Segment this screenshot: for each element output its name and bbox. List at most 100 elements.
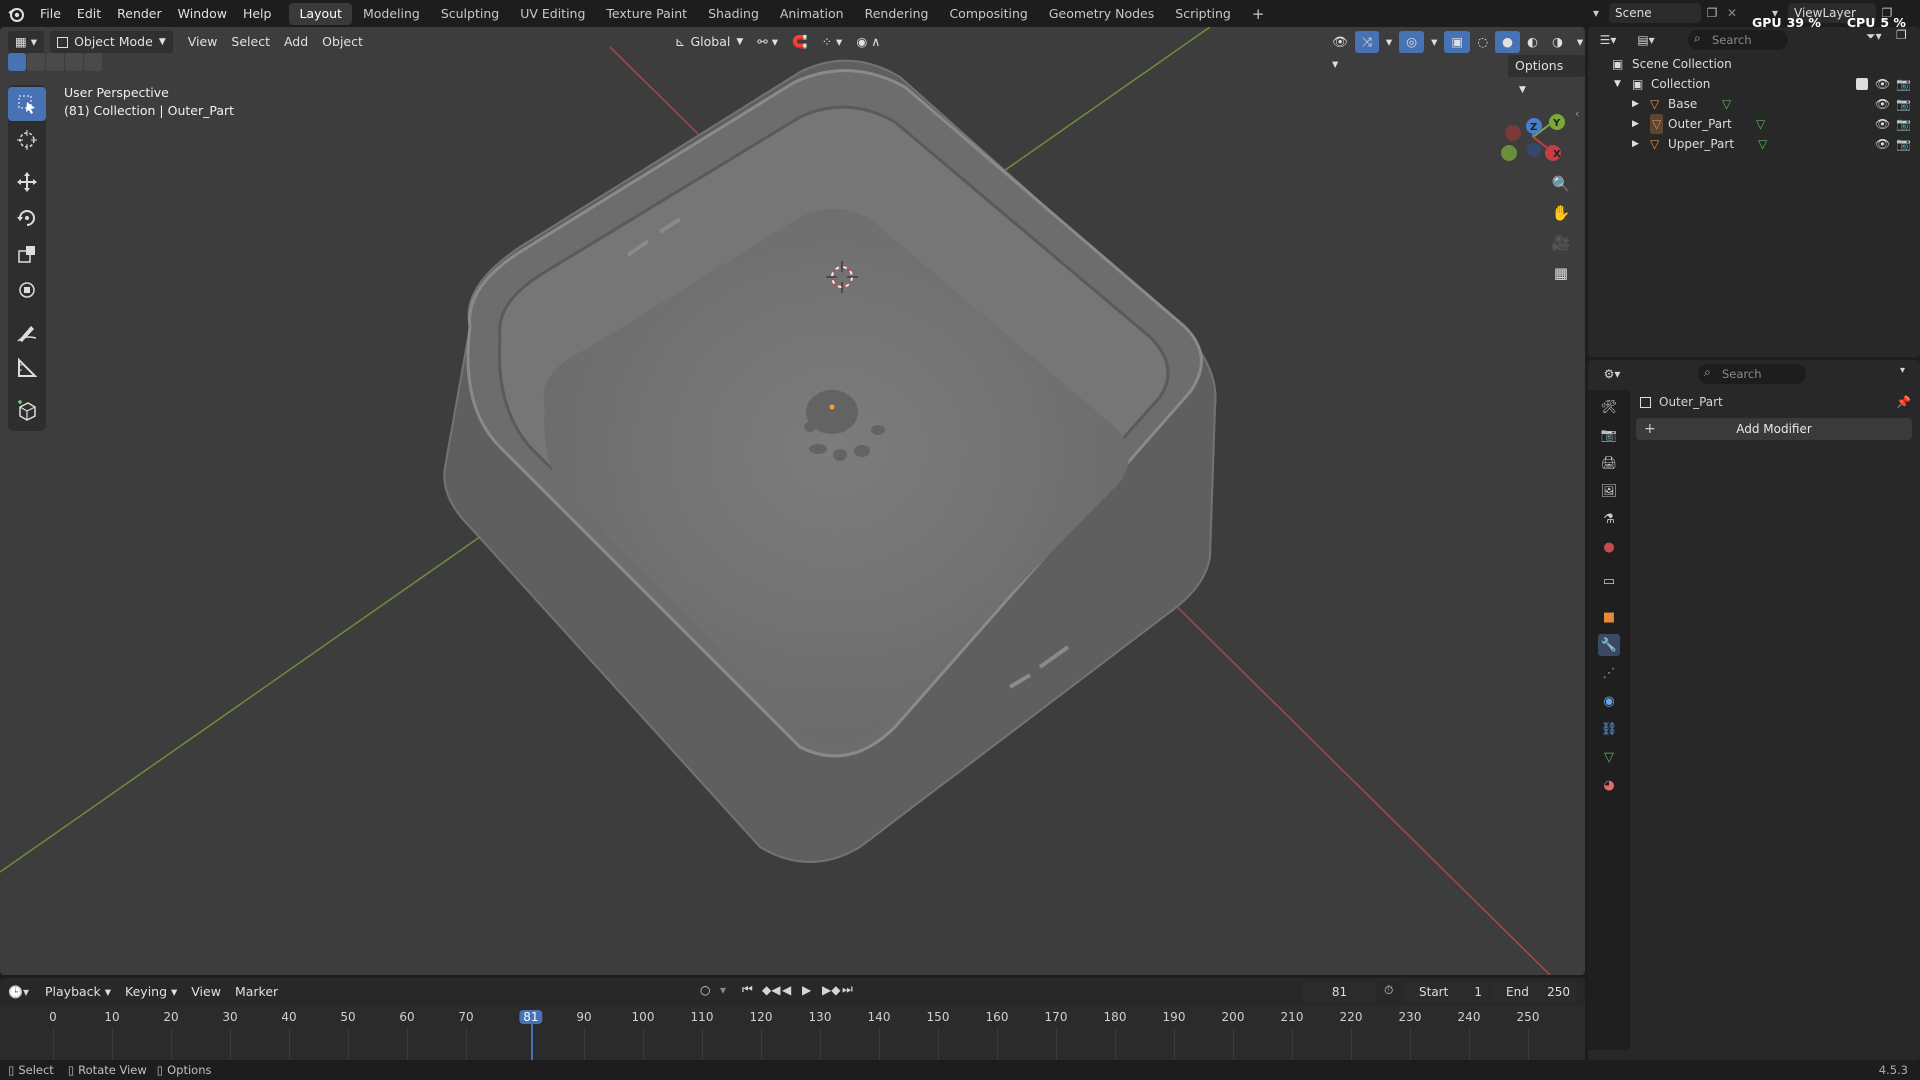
pan-hand-icon[interactable]: ✋ xyxy=(1548,198,1574,228)
mesh-data-icon[interactable]: ▽ xyxy=(1756,114,1765,134)
world-icon[interactable]: ● xyxy=(1598,536,1620,558)
mode-selector[interactable]: Object Mode ▼ xyxy=(50,31,173,53)
delete-scene-icon[interactable]: ✕ xyxy=(1723,6,1741,20)
viewport-menu-view[interactable]: View xyxy=(181,31,225,53)
menu-file[interactable]: File xyxy=(32,0,69,27)
timeline-menu-playback[interactable]: Playback ▾ xyxy=(38,981,118,1003)
solid-shading-icon[interactable]: ● xyxy=(1495,31,1521,53)
outliner-editor-type-icon[interactable]: ☰▾ xyxy=(1594,29,1622,51)
outliner-row-collection[interactable]: ▼ ▣ Collection 👁 📷 xyxy=(1588,74,1920,94)
cursor-icon[interactable] xyxy=(8,123,46,157)
shading-dropdown-icon[interactable]: ▾ xyxy=(1570,31,1585,53)
blender-logo-icon[interactable] xyxy=(0,0,32,27)
navigation-gizmo[interactable]: X Y Z xyxy=(1495,95,1565,165)
chevron-right-icon[interactable]: ▶ xyxy=(1632,114,1639,134)
tab-shading[interactable]: Shading xyxy=(698,3,769,25)
snap-target-icon[interactable]: ⁘ ▾ xyxy=(815,31,850,53)
display-mode-icon[interactable]: ▤▾ xyxy=(1632,29,1660,51)
chevron-down-icon[interactable]: ▼ xyxy=(1614,74,1621,94)
viewport-menu-select[interactable]: Select xyxy=(224,31,277,53)
play-reverse-icon[interactable]: ◀ xyxy=(782,983,802,997)
start-frame-field[interactable]: Start 1 xyxy=(1405,982,1488,1002)
3d-viewport[interactable]: ▦ ▾ Object Mode ▼ View Select Add Object… xyxy=(0,27,1585,975)
gizmo-dropdown-icon[interactable]: ▾ xyxy=(1379,31,1399,53)
camera-view-icon[interactable]: 🎥 xyxy=(1548,228,1574,258)
keying-dropdown-icon[interactable]: ▾ xyxy=(720,983,742,997)
pin-icon[interactable]: 📌 xyxy=(1896,395,1911,409)
snap-icon[interactable]: 🧲 xyxy=(785,31,815,53)
play-icon[interactable]: ▶ xyxy=(802,983,822,997)
chevron-down-icon[interactable]: ▾ xyxy=(1900,365,1905,376)
outliner-row-base[interactable]: ▶ ▽ Base ▽ 👁 📷 xyxy=(1588,94,1920,114)
tab-scripting[interactable]: Scripting xyxy=(1165,3,1241,25)
eye-icon[interactable]: 👁 xyxy=(1875,114,1890,134)
scene-name-field[interactable]: Scene xyxy=(1609,3,1701,23)
tab-sculpting[interactable]: Sculpting xyxy=(431,3,509,25)
camera-icon[interactable]: 📷 xyxy=(1896,94,1911,114)
exclude-checkbox[interactable] xyxy=(1856,78,1868,90)
visibility-icon[interactable]: 👁 ▾ xyxy=(1325,31,1355,71)
xray-toggle-icon[interactable]: ▣ xyxy=(1444,31,1471,53)
chevron-right-icon[interactable]: ▶ xyxy=(1632,94,1639,114)
transform-orientation-dropdown[interactable]: ⊾ Global ▼ xyxy=(668,31,750,53)
menu-window[interactable]: Window xyxy=(170,0,235,27)
tab-texture-paint[interactable]: Texture Paint xyxy=(596,3,697,25)
annotate-icon[interactable] xyxy=(8,315,46,349)
timeline-menu-view[interactable]: View xyxy=(184,981,228,1003)
select-new-icon[interactable] xyxy=(8,53,26,71)
gizmo-toggle-icon[interactable]: ⤨ xyxy=(1354,31,1379,53)
modifier-icon[interactable]: 🔧 xyxy=(1598,634,1620,656)
timeline-menu-marker[interactable]: Marker xyxy=(228,981,285,1003)
rotate-icon[interactable] xyxy=(8,201,46,235)
jump-to-keyframe-forward-icon[interactable]: ▶◆ xyxy=(822,983,842,997)
new-scene-icon[interactable]: ❐ xyxy=(1701,6,1723,20)
menu-edit[interactable]: Edit xyxy=(69,0,109,27)
properties-search-input[interactable]: Search xyxy=(1698,364,1806,384)
neg-z-handle[interactable] xyxy=(1527,143,1541,157)
select-intersect-icon[interactable] xyxy=(84,53,102,71)
overlays-dropdown-icon[interactable]: ▾ xyxy=(1424,31,1444,53)
physics-icon[interactable]: ◉ xyxy=(1598,690,1620,712)
particles-icon[interactable]: ⋰ xyxy=(1598,662,1620,684)
menu-render[interactable]: Render xyxy=(109,0,170,27)
render-icon[interactable]: 📷 xyxy=(1598,424,1620,446)
pivot-point-icon[interactable]: ⚯ ▾ xyxy=(750,31,785,53)
mesh-data-icon[interactable]: ▽ xyxy=(1722,94,1731,114)
timeline-editor-type-icon[interactable]: 🕒▾ xyxy=(8,985,38,999)
move-icon[interactable] xyxy=(8,165,46,199)
view-layer-icon[interactable]: 🖼 xyxy=(1598,480,1620,502)
camera-icon[interactable]: 📷 xyxy=(1896,74,1911,94)
tab-animation[interactable]: Animation xyxy=(770,3,854,25)
select-extend-icon[interactable] xyxy=(27,53,45,71)
viewport-menu-add[interactable]: Add xyxy=(277,31,315,53)
material-icon[interactable]: ◕ xyxy=(1598,774,1620,796)
tab-layout[interactable]: Layout xyxy=(289,2,352,25)
outliner-row-scene-collection[interactable]: ▣ Scene Collection xyxy=(1588,54,1920,74)
timeline-ruler[interactable]: 0 10 20 30 40 50 60 70 81 90 100 110 120 130 140 150 160… xyxy=(0,1006,1585,1060)
neg-y-handle[interactable] xyxy=(1501,145,1517,161)
tool-icon[interactable]: 🛠 xyxy=(1598,396,1620,418)
filter-icon[interactable]: ⏷▾ xyxy=(1866,29,1882,44)
mesh-data-icon[interactable]: ▽ xyxy=(1758,134,1767,154)
timeline-menu-keying[interactable]: Keying ▾ xyxy=(118,981,184,1003)
preview-range-icon[interactable]: ⏱ xyxy=(1384,983,1393,998)
camera-icon[interactable]: 📷 xyxy=(1896,114,1911,134)
zoom-icon[interactable]: 🔍 xyxy=(1548,170,1574,198)
proportional-edit-icon[interactable]: ◉ ∧ xyxy=(849,31,887,53)
outliner-search-input[interactable]: Search xyxy=(1688,30,1788,50)
outliner-row-upper-part[interactable]: ▶ ▽ Upper_Part ▽ 👁 📷 xyxy=(1588,134,1920,154)
measure-icon[interactable] xyxy=(8,351,46,385)
scale-icon[interactable] xyxy=(8,237,46,271)
scene-icon[interactable]: ⚗ xyxy=(1598,508,1620,530)
add-cube-icon[interactable] xyxy=(8,393,46,427)
ortho-toggle-icon[interactable]: ▦ xyxy=(1548,258,1574,288)
tab-modeling[interactable]: Modeling xyxy=(353,3,430,25)
transform-icon[interactable] xyxy=(8,273,46,307)
new-collection-icon[interactable]: ❐ xyxy=(1896,28,1907,42)
select-invert-icon[interactable] xyxy=(65,53,83,71)
menu-help[interactable]: Help xyxy=(235,0,280,27)
camera-icon[interactable]: 📷 xyxy=(1896,134,1911,154)
viewport-scene[interactable] xyxy=(0,27,1585,975)
output-icon[interactable]: 🖨 xyxy=(1598,452,1620,474)
chevron-right-icon[interactable]: ▶ xyxy=(1632,134,1639,154)
